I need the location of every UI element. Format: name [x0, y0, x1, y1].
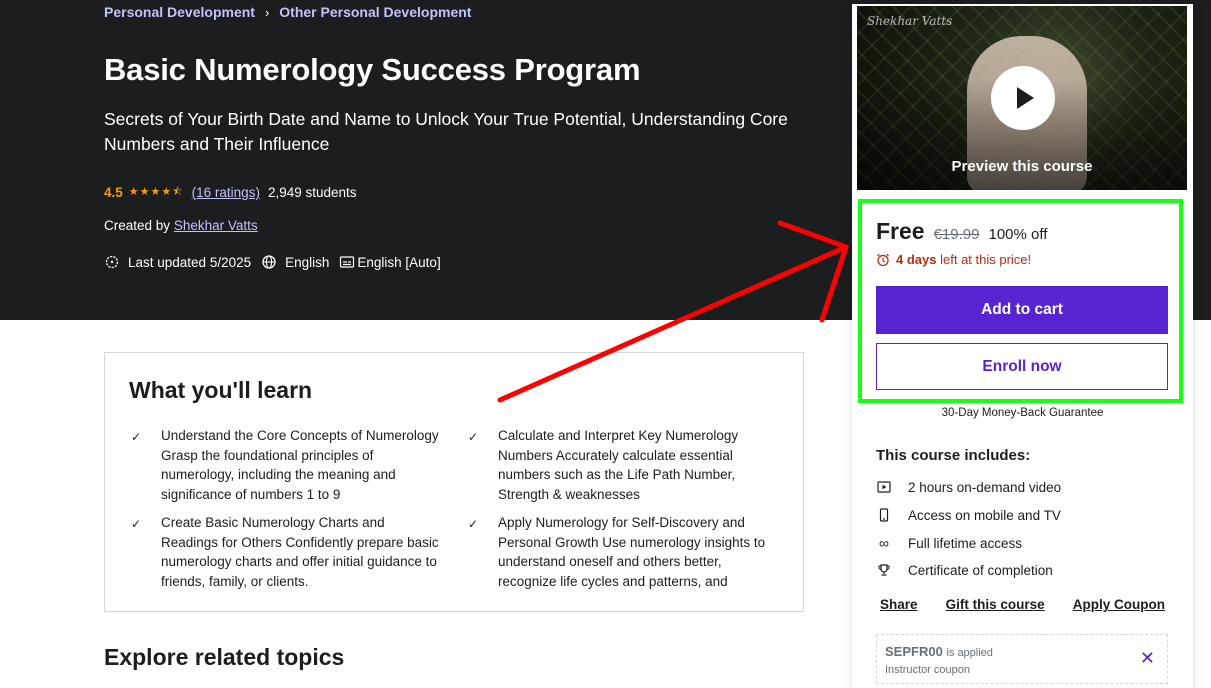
timer-rest: left at this price! — [940, 252, 1032, 267]
infinity-icon: ∞ — [879, 535, 889, 551]
related-topics-title: Explore related topics — [104, 644, 345, 670]
coupon-code-line: SEPFR00 is applied — [885, 644, 993, 659]
globe-icon — [262, 255, 276, 269]
alert-badge-icon — [105, 255, 119, 269]
language: English — [261, 254, 329, 270]
ratings-count-link[interactable]: (16 ratings) — [192, 185, 260, 200]
breadcrumb-item-personal-development[interactable]: Personal Development — [104, 4, 255, 20]
video-icon — [877, 481, 891, 493]
learn-item: Create Basic Numerology Charts and Readi… — [161, 515, 439, 589]
learn-item: Calculate and Interpret Key Numerology N… — [498, 428, 739, 502]
money-back-guarantee: 30-Day Money-Back Guarantee — [941, 407, 1104, 419]
include-label: 2 hours on-demand video — [908, 479, 1062, 495]
timer-days: 4 days — [896, 252, 937, 267]
include-label: Certificate of completion — [908, 562, 1053, 578]
price-timer: 4 days left at this price! — [876, 252, 1031, 267]
rating-value: 4.5 — [104, 185, 123, 200]
course-meta: Last updated 5/2025 English English [Aut… — [104, 254, 441, 270]
include-item-certificate: Certificate of completion — [876, 562, 1053, 578]
play-icon[interactable] — [991, 66, 1055, 130]
price-row: Free €19.99 100% off — [876, 218, 1047, 245]
preview-label[interactable]: Preview this course — [857, 158, 1187, 175]
applied-coupon: SEPFR00 is applied Instructor coupon ✕ — [876, 634, 1168, 684]
captions: English [Auto] — [339, 254, 441, 270]
captions-text: English [Auto] — [357, 254, 441, 270]
star-rating-icon: ★★★★⯪ — [128, 186, 184, 198]
current-price: Free — [876, 218, 925, 244]
language-text: English — [285, 254, 330, 270]
add-to-cart-button[interactable]: Add to cart — [876, 286, 1168, 334]
check-icon: ✓ — [468, 517, 479, 531]
gift-course-link[interactable]: Gift this course — [946, 597, 1045, 612]
chevron-right-icon: › — [264, 4, 270, 20]
rating-row: 4.5 ★★★★⯪ (16 ratings) 2,949 students — [104, 183, 357, 202]
course-title: Basic Numerology Success Program — [104, 52, 641, 87]
what-you-learn-title: What you'll learn — [129, 377, 313, 403]
captions-icon — [340, 256, 355, 268]
created-by-label: Created by — [104, 218, 171, 233]
students-count: 2,949 students — [267, 185, 357, 200]
enroll-now-button[interactable]: Enroll now — [876, 343, 1168, 390]
trophy-icon — [878, 564, 890, 576]
coupon-applied-text: is applied — [946, 647, 993, 659]
last-updated-text: Last updated 5/2025 — [128, 254, 252, 270]
coupon-type: Instructor coupon — [885, 664, 970, 676]
check-icon: ✓ — [468, 430, 479, 444]
what-you-learn-box: What you'll learn ✓ Understand the Core … — [104, 352, 804, 612]
mobile-icon — [879, 508, 889, 522]
include-label: Access on mobile and TV — [908, 507, 1061, 523]
coupon-code: SEPFR00 — [885, 644, 943, 659]
discount-percent: 100% off — [988, 226, 1048, 243]
created-by: Created by Shekhar Vatts — [104, 218, 258, 233]
timer-text: 4 days left at this price! — [896, 252, 1031, 267]
alarm-clock-icon — [877, 253, 889, 266]
sidebar-actions: Share Gift this course Apply Coupon — [852, 597, 1193, 612]
close-icon[interactable]: ✕ — [1140, 648, 1155, 669]
course-subtitle: Secrets of Your Birth Date and Name to U… — [104, 109, 788, 154]
breadcrumb-item-other-personal-development[interactable]: Other Personal Development — [279, 4, 471, 20]
last-updated: Last updated 5/2025 — [104, 254, 251, 270]
learn-item: Apply Numerology for Self-Discovery and … — [498, 515, 766, 589]
include-label: Full lifetime access — [908, 535, 1023, 551]
include-item-mobile: Access on mobile and TV — [876, 507, 1061, 523]
breadcrumb: Personal Development › Other Personal De… — [104, 4, 471, 20]
share-link[interactable]: Share — [880, 597, 918, 612]
check-icon: ✓ — [131, 430, 142, 444]
purchase-sidebar: Shekhar Vatts Preview this course Free €… — [852, 4, 1193, 688]
course-preview[interactable]: Shekhar Vatts Preview this course — [856, 5, 1188, 191]
include-item-lifetime: ∞ Full lifetime access — [876, 535, 1022, 551]
learn-item: Understand the Core Concepts of Numerolo… — [161, 428, 439, 502]
includes-title: This course includes: — [876, 447, 1031, 464]
instructor-link[interactable]: Shekhar Vatts — [174, 218, 258, 233]
original-price: €19.99 — [933, 226, 980, 243]
check-icon: ✓ — [131, 517, 142, 531]
apply-coupon-link[interactable]: Apply Coupon — [1073, 597, 1165, 612]
preview-signature: Shekhar Vatts — [867, 14, 953, 28]
include-item-video: 2 hours on-demand video — [876, 479, 1061, 495]
